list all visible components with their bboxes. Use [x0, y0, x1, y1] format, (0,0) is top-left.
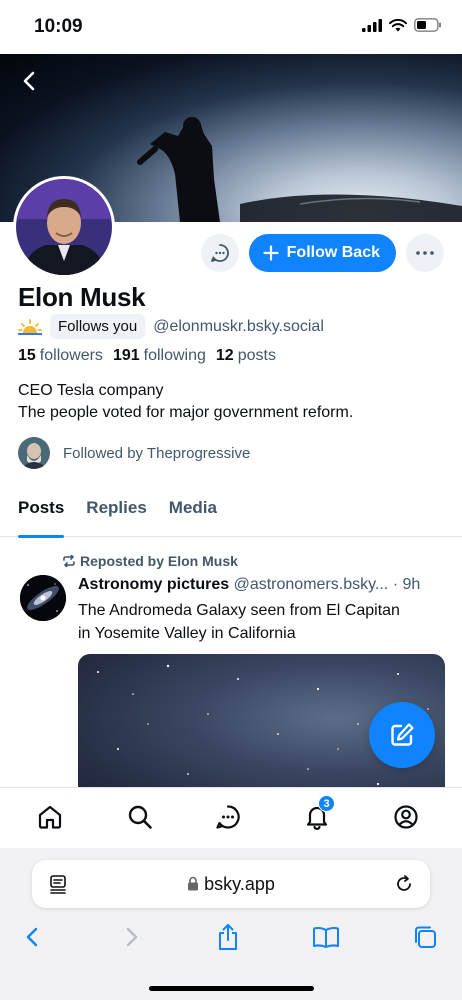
followers-count: 15: [18, 347, 36, 364]
follower-avatar-image: [18, 437, 50, 469]
post-text: The Andromeda Galaxy seen from El Capita…: [78, 599, 448, 645]
follows-you-badge: Follows you: [50, 314, 146, 339]
chevron-right-icon: [126, 927, 138, 947]
reload-button[interactable]: [394, 874, 414, 899]
more-icon: [416, 251, 434, 255]
message-button[interactable]: [200, 234, 239, 272]
browser-share-button[interactable]: [213, 922, 243, 952]
tab-posts[interactable]: Posts: [18, 498, 65, 538]
post-text-line: The Andromeda Galaxy seen from El Capita…: [78, 602, 400, 619]
status-time: 10:09: [34, 16, 83, 37]
posts-label: posts: [237, 347, 276, 364]
follower-avatar: [18, 437, 50, 469]
more-options-button[interactable]: [406, 234, 444, 272]
status-icons: [362, 18, 442, 32]
compose-button[interactable]: [369, 702, 435, 768]
following-count: 191: [112, 347, 140, 364]
profile-tabs: Posts Replies Media: [0, 498, 462, 538]
repost-indicator: Reposted by Elon Musk: [62, 553, 238, 569]
plus-icon: [263, 245, 279, 261]
chevron-left-icon: [26, 927, 38, 947]
display-name: Elon Musk: [18, 282, 146, 312]
share-icon: [219, 924, 237, 950]
followed-by-row[interactable]: Followed by Theprogressive: [18, 437, 250, 469]
bio-line: The people voted for major government re…: [18, 404, 354, 421]
post-author-handle[interactable]: @astronomers.bsky...: [234, 576, 389, 593]
bottom-navigation: 3: [0, 787, 462, 847]
nav-notifications[interactable]: 3: [302, 795, 335, 832]
browser-tabs-button[interactable]: [410, 922, 440, 952]
profile-stats: 15 followers 191 following 12 posts: [18, 347, 276, 365]
home-icon: [38, 805, 62, 829]
nav-profile[interactable]: [391, 802, 421, 832]
url-display: bsky.app: [32, 874, 430, 895]
handle-row: Follows you @elonmuskr.bsky.social: [18, 314, 324, 339]
browser-bookmarks-button[interactable]: [311, 922, 341, 952]
followers-link[interactable]: 15 followers: [18, 347, 103, 365]
notification-badge: 3: [318, 795, 335, 812]
following-label: following: [143, 347, 206, 364]
profile-handle: @elonmuskr.bsky.social: [153, 317, 324, 335]
browser-forward-button[interactable]: [117, 922, 147, 952]
post-author-avatar[interactable]: [20, 575, 66, 621]
bio-line: CEO Tesla company: [18, 382, 164, 399]
address-bar[interactable]: bsky.app: [32, 860, 430, 908]
profile-icon: [394, 805, 418, 829]
lock-icon: [188, 876, 199, 891]
nav-search[interactable]: [125, 802, 155, 832]
nav-chat[interactable]: [213, 802, 243, 832]
sun-icon: [18, 318, 42, 335]
nav-home[interactable]: [35, 802, 65, 832]
tab-media[interactable]: Media: [169, 498, 217, 537]
post-text-line: in Yosemite Valley in California: [78, 625, 296, 642]
message-icon: [210, 244, 229, 262]
profile-avatar[interactable]: [13, 176, 115, 278]
posts-stat: 12 posts: [216, 347, 276, 365]
repost-label: Reposted by Elon Musk: [80, 553, 238, 569]
compose-icon: [391, 723, 414, 746]
profile-actions: Follow Back: [200, 234, 444, 272]
wifi-icon: [389, 18, 407, 31]
follow-back-label: Follow Back: [286, 244, 380, 261]
battery-icon: [414, 18, 441, 32]
chat-icon: [216, 805, 240, 829]
galaxy-avatar-image: [20, 575, 66, 621]
posts-count: 12: [215, 347, 234, 364]
browser-toolbar: bsky.app: [0, 848, 462, 1000]
back-button[interactable]: [14, 66, 44, 96]
tabs-icon: [415, 926, 436, 948]
follow-back-button[interactable]: Follow Back: [248, 234, 396, 272]
bookmarks-icon: [313, 927, 339, 948]
url-text: bsky.app: [204, 874, 275, 894]
profile-bio: CEO Tesla company The people voted for m…: [18, 380, 353, 424]
tab-replies[interactable]: Replies: [86, 498, 146, 537]
following-link[interactable]: 191 following: [113, 347, 206, 365]
status-bar: 10:09: [0, 0, 462, 54]
home-indicator: [149, 986, 314, 991]
reload-icon: [397, 875, 411, 891]
post-header: Astronomy pictures @astronomers.bsky... …: [78, 576, 448, 594]
followers-label: followers: [39, 347, 103, 364]
avatar-image: [16, 179, 112, 275]
post-time: · 9h: [392, 576, 421, 593]
post-author-name[interactable]: Astronomy pictures: [78, 576, 229, 593]
repost-icon: [63, 555, 75, 567]
back-arrow-icon: [23, 71, 35, 91]
search-icon: [128, 805, 152, 829]
browser-back-button[interactable]: [17, 922, 47, 952]
cellular-signal-icon: [362, 18, 382, 32]
followed-by-text: Followed by Theprogressive: [63, 444, 251, 462]
